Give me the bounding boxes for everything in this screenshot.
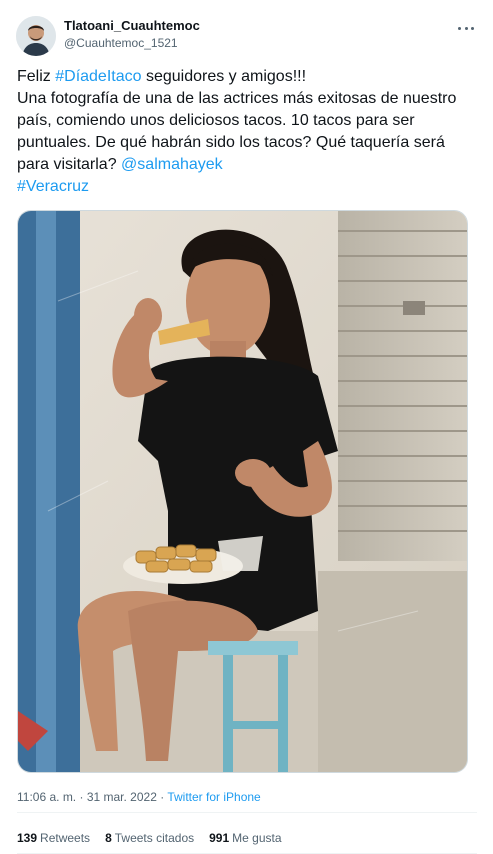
more-options-icon[interactable] xyxy=(456,20,476,36)
meta-separator: · xyxy=(76,790,87,804)
quote-tweets-stat[interactable]: 8 Tweets citados xyxy=(105,830,194,846)
likes-stat[interactable]: 991 Me gusta xyxy=(209,830,281,846)
mention-salmahayek[interactable]: @salmahayek xyxy=(121,156,223,173)
likes-count: 991 xyxy=(209,831,230,845)
tweet-stats: 139 Retweets 8 Tweets citados 991 Me gusta xyxy=(17,830,282,846)
text-greeting: seguidores y amigos!!! xyxy=(141,68,307,85)
more-dot xyxy=(458,26,461,30)
divider xyxy=(17,812,477,813)
tweet-date: 31 mar. 2022 xyxy=(86,790,157,804)
hashtag-veracruz[interactable]: #Veracruz xyxy=(17,178,89,195)
retweets-count: 139 xyxy=(17,831,38,845)
quote-tweets-label: Tweets citados xyxy=(114,831,195,845)
text-body: Una fotografía de una de las actrices má… xyxy=(17,90,457,173)
author-info: Tlatoani_Cuauhtemoc @Cuauhtemoc_1521 xyxy=(64,18,200,51)
tweet-timestamp[interactable]: 11:06 a. m. · 31 mar. 2022 · Twitter for… xyxy=(17,789,261,805)
meta-separator: · xyxy=(156,790,168,804)
tweet-photo[interactable] xyxy=(17,210,468,773)
photo-illustration xyxy=(18,211,467,772)
tweet-text: Feliz #DíadeItaco seguidores y amigos!!!… xyxy=(17,66,477,198)
hashtag-dia-del-taco[interactable]: #DíadeItaco xyxy=(55,68,141,85)
tweet-header: Tlatoani_Cuauhtemoc @Cuauhtemoc_1521 xyxy=(16,14,476,58)
tweet-time: 11:06 a. m. xyxy=(17,790,77,804)
retweets-stat[interactable]: 139 Retweets xyxy=(17,830,90,846)
avatar[interactable] xyxy=(16,16,56,56)
text-prefix: Feliz xyxy=(17,68,56,85)
tweet-source[interactable]: Twitter for iPhone xyxy=(167,790,260,804)
tweet-card: Tlatoani_Cuauhtemoc @Cuauhtemoc_1521 Fel… xyxy=(0,0,493,854)
avatar-image xyxy=(16,16,56,56)
display-name[interactable]: Tlatoani_Cuauhtemoc xyxy=(64,18,200,34)
more-dot xyxy=(471,26,474,30)
quote-tweets-count: 8 xyxy=(105,831,112,845)
likes-label: Me gusta xyxy=(232,831,282,845)
retweets-label: Retweets xyxy=(40,831,91,845)
user-handle[interactable]: @Cuauhtemoc_1521 xyxy=(64,35,200,51)
more-dot xyxy=(464,26,468,30)
